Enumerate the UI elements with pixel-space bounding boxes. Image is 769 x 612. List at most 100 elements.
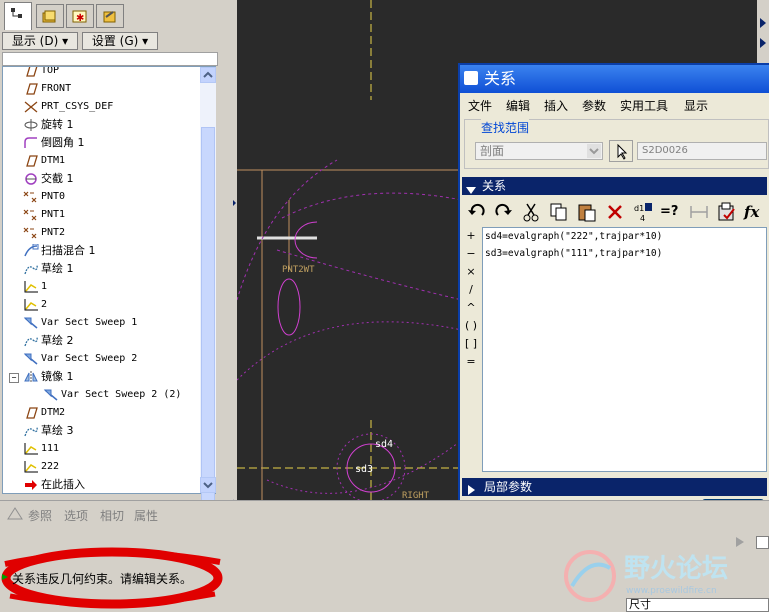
folder-browser-tab[interactable] [36, 4, 64, 28]
tree-item-label: 草绘 3 [41, 424, 74, 437]
relation-line-2[interactable]: sd3=evalgraph("111",trajpar*10) [485, 248, 662, 259]
folder-browser-icon [42, 10, 56, 23]
local-params-section-header[interactable]: 局部参数 [462, 478, 767, 496]
dialog-title-bar[interactable]: 关系 [460, 65, 769, 93]
settings-menu-button[interactable]: 设置 (G) ▾ [82, 32, 158, 50]
relation-line-1[interactable]: sd4=evalgraph("222",trajpar*10) [485, 231, 662, 242]
tab-options[interactable]: 选项 [64, 507, 88, 524]
arc-profile [294, 221, 318, 259]
tab-references[interactable]: 参照 [28, 507, 52, 524]
revolve-icon [23, 118, 39, 132]
operator-button[interactable]: ( ) [464, 319, 478, 332]
operator-button[interactable]: ^ [464, 301, 478, 314]
graph-icon [23, 460, 39, 474]
cut-button[interactable] [520, 201, 542, 223]
var-sect-sweep-icon [23, 316, 39, 330]
tree-item-label: 2 [41, 299, 48, 310]
copy-button[interactable] [548, 201, 570, 223]
select-item-button[interactable] [609, 140, 633, 162]
mirror-icon [23, 370, 39, 384]
message-arrow-icon [2, 572, 12, 585]
watermark-url: www.proewildfire.cn [626, 586, 717, 596]
tree-item-label: 222 [41, 461, 60, 472]
operator-button[interactable]: − [464, 247, 478, 260]
tree-item-label: PNT1 [41, 209, 66, 220]
trajectory-curve-1 [281, 192, 463, 219]
operator-button[interactable]: [ ] [464, 337, 478, 350]
relations-editor[interactable]: sd4=evalgraph("222",trajpar*10) sd3=eval… [482, 227, 767, 472]
graph-icon [23, 298, 39, 312]
model-tree-tab[interactable] [4, 2, 32, 30]
tree-item-label: TOP [41, 66, 60, 76]
play-icon[interactable] [735, 536, 745, 551]
tree-item-label: DTM1 [41, 155, 66, 166]
checkbox[interactable] [756, 536, 769, 549]
dashboard-icon [6, 505, 24, 526]
sketch-icon [23, 334, 39, 348]
verify-button[interactable] [716, 201, 738, 223]
watermark-title: 野火论坛 [624, 554, 729, 584]
favorites-icon: ✱ [72, 10, 87, 24]
connections-icon [103, 11, 116, 23]
operator-button[interactable]: + [464, 229, 478, 242]
svg-text:✱: ✱ [76, 13, 84, 24]
tree-item-label: 1 [41, 281, 48, 292]
scroll-down-button[interactable] [200, 477, 216, 493]
tab-properties[interactable]: 属性 [134, 507, 158, 524]
operator-button[interactable]: = [464, 355, 478, 368]
operator-buttons: + − × / ^ ( ) [ ] = [460, 227, 482, 387]
tree-item-label: 倒圆角 1 [41, 136, 85, 149]
filter-field[interactable]: 尺寸 [626, 598, 769, 612]
switch-dims-button[interactable]: d1 4 [632, 201, 654, 223]
lookin-group: 查找范围 剖面 S2D0026 [464, 119, 769, 169]
connections-tab[interactable] [96, 4, 124, 28]
undo-button[interactable] [466, 201, 488, 223]
redo-button[interactable] [492, 201, 514, 223]
sort-button[interactable] [688, 201, 710, 223]
datum-plane-icon [23, 82, 39, 96]
paste-button[interactable] [576, 201, 598, 223]
insert-here-icon [23, 478, 39, 492]
menu-utilities[interactable]: 实用工具 [620, 97, 668, 114]
sd4-dim-label[interactable]: sd4 [375, 439, 393, 450]
relations-section-header[interactable]: 关系 [462, 177, 767, 195]
round-icon [23, 136, 39, 150]
delete-button[interactable] [604, 201, 626, 223]
tree-item-label: Var Sect Sweep 1 [41, 317, 138, 328]
operator-button[interactable]: × [464, 265, 478, 278]
right-plane-label: RIGHT [402, 491, 430, 500]
tree-item-label: 111 [41, 443, 60, 454]
menu-file[interactable]: 文件 [468, 97, 492, 114]
tree-item-label: 在此插入 [41, 478, 85, 491]
csys-icon [23, 100, 39, 114]
tree-filter-bar[interactable] [2, 52, 218, 66]
tree-item-label: DTM2 [41, 407, 66, 418]
watermark-logo-icon [564, 550, 616, 602]
delete-icon [608, 205, 622, 219]
paste-icon [578, 204, 596, 222]
tree-item-label: 镜像 1 [41, 370, 74, 383]
collapse-toggle[interactable]: − [9, 373, 19, 383]
evaluate-button[interactable]: =? [660, 201, 682, 223]
tree-item-label: 旋转 1 [41, 118, 74, 131]
scroll-thumb[interactable] [201, 127, 215, 527]
menu-insert[interactable]: 插入 [544, 97, 568, 114]
operator-button[interactable]: / [464, 283, 478, 296]
function-button[interactable]: fx [744, 201, 766, 223]
sketch-icon [23, 262, 39, 276]
lookin-id-field[interactable]: S2D0026 [637, 142, 767, 160]
favorites-tab[interactable]: ✱ [66, 4, 94, 28]
show-menu-button[interactable]: 显示 (D) ▾ [2, 32, 78, 50]
scroll-up-button[interactable] [200, 67, 216, 83]
tree-scrollbar[interactable] [200, 67, 216, 527]
expand-triangle-icon [468, 482, 476, 500]
tree-item-label: PNT2 [41, 227, 66, 238]
lookin-select[interactable]: 剖面 [475, 142, 603, 160]
menu-edit[interactable]: 编辑 [506, 97, 530, 114]
menu-params[interactable]: 参数 [582, 97, 606, 114]
sd3-dim-label[interactable]: sd3 [355, 464, 373, 475]
tree-item-label: PRT_CSYS_DEF [41, 101, 114, 112]
chevron-down-icon [587, 144, 601, 158]
tab-tangency[interactable]: 相切 [100, 507, 124, 524]
menu-display[interactable]: 显示 [684, 97, 708, 114]
